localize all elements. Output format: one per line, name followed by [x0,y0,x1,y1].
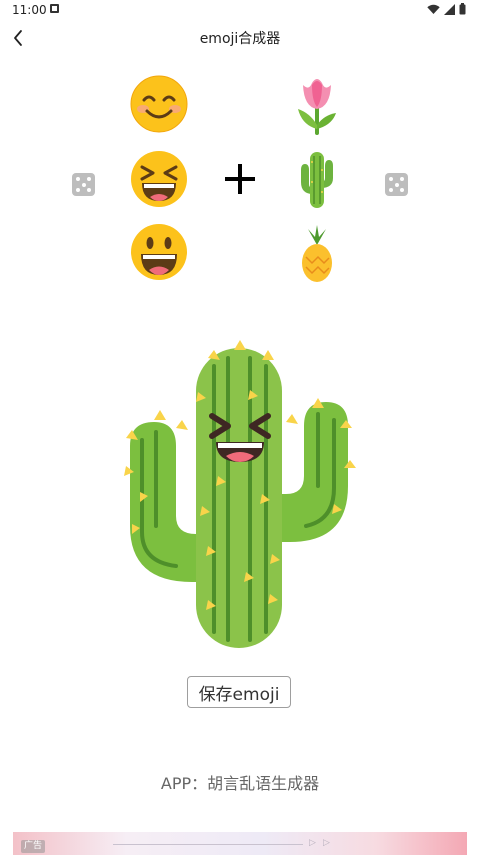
cactus-icon [301,152,333,208]
grinning-face-big-eyes-icon [131,224,187,280]
app-credit: APP：胡言乱语生成器 [160,774,320,793]
left-emoji-option[interactable] [128,221,190,283]
page-title: emoji合成器 [199,31,281,47]
pineapple-icon [302,225,332,282]
play-icon: ▷ [309,838,316,848]
status-time: 11:00 [12,3,47,17]
right-emoji-option[interactable] [290,222,344,284]
tulip-icon [298,79,336,135]
signal-icon [444,3,455,15]
dice-icon [389,177,393,181]
right-emoji-option-selected[interactable] [290,147,344,211]
randomize-right-button[interactable] [385,173,408,196]
notification-icon [50,4,59,13]
ad-badge: 广告 [21,840,46,853]
status-bar: 11:00 [0,0,480,22]
ad-banner[interactable]: 广告 ▷ ▷ [13,832,467,855]
wifi-icon [427,4,440,14]
save-emoji-button[interactable]: 保存emoji [187,676,291,708]
ad-progress-line [113,844,303,845]
battery-icon [459,3,466,15]
grinning-squinting-cactus-icon [124,340,356,648]
plus-icon [224,163,256,195]
result-emoji [120,336,360,652]
randomize-left-button[interactable] [72,173,95,196]
right-emoji-option[interactable] [290,72,344,136]
play-icon: ▷ [323,838,330,848]
smiling-face-with-blush-icon [130,75,188,133]
left-emoji-option[interactable] [128,73,190,135]
grinning-squinting-face-icon [131,151,187,207]
dice-icon [76,177,80,181]
status-icons [427,3,466,15]
left-emoji-option-selected[interactable] [128,148,190,210]
